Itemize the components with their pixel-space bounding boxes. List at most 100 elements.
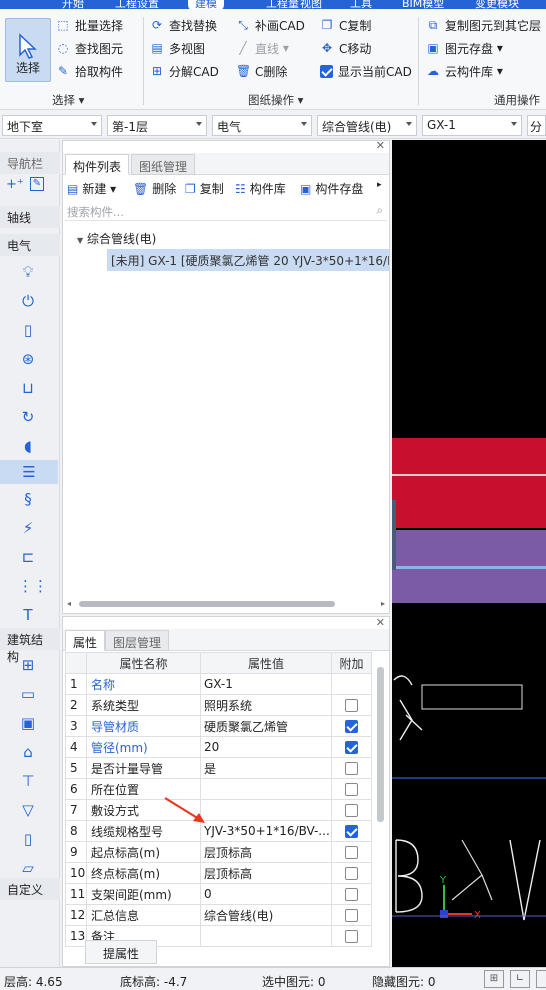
component-select[interactable]: GX-1: [422, 115, 522, 136]
add-icon[interactable]: +⁺: [6, 177, 24, 192]
extra-checkbox[interactable]: [345, 825, 358, 838]
pick-component-button[interactable]: ✎ 拾取构件: [56, 61, 123, 81]
extract-properties-button[interactable]: 提属性: [85, 940, 157, 964]
save-component-button[interactable]: ▣ 构件存盘: [300, 180, 363, 197]
more-status-icon[interactable]: [536, 970, 546, 988]
property-value[interactable]: 照明系统: [200, 694, 332, 716]
property-value[interactable]: 层顶标高: [200, 862, 332, 884]
component-search-input[interactable]: 搜索构件... ⌕: [65, 203, 387, 221]
edit-icon[interactable]: ✎: [30, 177, 44, 191]
extra-checkbox[interactable]: [345, 762, 358, 775]
property-value[interactable]: 层顶标高: [200, 841, 332, 863]
decompose-cad-button[interactable]: ⊞ 分解CAD: [150, 61, 219, 81]
property-value[interactable]: GX-1: [200, 673, 332, 695]
horizontal-scrollbar[interactable]: ◂ ▸: [67, 599, 385, 609]
extra-checkbox[interactable]: [345, 909, 358, 922]
table-row[interactable]: 12 汇总信息 综合管线(电): [65, 904, 372, 926]
distribution-box-icon[interactable]: ▯: [18, 320, 38, 340]
property-value[interactable]: YJV-3*50+1*16/BV-...: [200, 820, 332, 842]
batch-select-button[interactable]: ⬚ 批量选择: [56, 15, 123, 35]
new-button[interactable]: ▤ 新建 ▾: [67, 180, 116, 197]
extra-checkbox[interactable]: [345, 867, 358, 880]
tab-tools[interactable]: 工具: [350, 0, 372, 9]
extra-checkbox[interactable]: [345, 783, 358, 796]
door-icon[interactable]: ▯: [18, 829, 38, 849]
find-replace-button[interactable]: ⟳ 查找替换: [150, 15, 217, 35]
group-select-label[interactable]: 选择 ▾: [52, 92, 84, 108]
copy-button[interactable]: ❐ 复制: [185, 180, 224, 197]
close-icon[interactable]: ✕: [376, 139, 385, 152]
property-value[interactable]: [200, 778, 332, 800]
table-row[interactable]: 10 终点标高(m) 层顶标高: [65, 862, 372, 884]
wall-icon[interactable]: ⊞: [18, 655, 38, 675]
delete-button[interactable]: 🗑 删除: [133, 180, 176, 197]
beam-icon[interactable]: ▭: [18, 684, 38, 704]
tab-properties[interactable]: 属性: [65, 630, 106, 651]
fitting-icon[interactable]: ⊏: [18, 547, 38, 567]
extra-checkbox[interactable]: [345, 741, 358, 754]
component-type-select[interactable]: 综合管线(电): [317, 115, 417, 136]
nav-axis[interactable]: 轴线: [0, 206, 60, 228]
property-value[interactable]: 0: [200, 883, 332, 905]
show-current-cad-toggle[interactable]: 显示当前CAD: [320, 61, 412, 81]
window-icon[interactable]: ▱: [18, 858, 38, 878]
cable-tray-icon[interactable]: ⊔: [18, 378, 38, 398]
lamp-icon[interactable]: 💡︎: [18, 262, 38, 282]
tab-layer-management[interactable]: 图层管理: [105, 630, 170, 651]
extra-checkbox[interactable]: [345, 699, 358, 712]
show-current-cad-checkbox[interactable]: [320, 64, 333, 78]
tab-start[interactable]: 开始: [62, 0, 84, 9]
house-icon[interactable]: ⌂: [18, 742, 38, 762]
group-drawing-label[interactable]: 图纸操作 ▾: [248, 92, 303, 108]
scroll-left-icon[interactable]: ◂: [67, 599, 71, 608]
c-move-button[interactable]: ✥ C移动: [320, 38, 371, 58]
lightning-icon[interactable]: ⚡︎: [18, 518, 38, 538]
foundation-icon[interactable]: ▽: [18, 800, 38, 820]
splitter-handle[interactable]: [392, 500, 396, 570]
floor-select[interactable]: 第-1层: [107, 115, 207, 136]
table-row[interactable]: 2 系统类型 照明系统: [65, 694, 372, 716]
table-row[interactable]: 11 支架间距(mm) 0: [65, 883, 372, 905]
property-value[interactable]: 是: [200, 757, 332, 779]
support-icon[interactable]: T: [18, 605, 38, 625]
connector-icon[interactable]: ◖: [18, 436, 38, 456]
tab-project-settings[interactable]: 工程设置: [115, 0, 159, 9]
select-button[interactable]: 选择: [5, 18, 51, 82]
device-icon[interactable]: ↻: [18, 407, 38, 427]
grid-snap-icon[interactable]: ⊞: [484, 970, 504, 988]
close-icon[interactable]: ✕: [376, 616, 385, 629]
column-icon[interactable]: ⊤: [18, 771, 38, 791]
cable-icon[interactable]: §: [18, 489, 38, 509]
floor-group-select[interactable]: 地下室: [2, 115, 102, 136]
scroll-right-icon[interactable]: ▸: [381, 599, 385, 608]
find-element-button[interactable]: ◌ 查找图元: [56, 38, 123, 58]
cloud-lib-button[interactable]: ☁ 云构件库 ▾: [426, 61, 503, 81]
nav-building-structure[interactable]: 建筑结构: [0, 628, 60, 664]
table-row[interactable]: 9 起点标高(m) 层顶标高: [65, 841, 372, 863]
table-row[interactable]: 8 线缆规格型号 YJV-3*50+1*16/BV-...: [65, 820, 372, 842]
property-value[interactable]: 综合管线(电): [200, 904, 332, 926]
property-value[interactable]: 硬质聚氯乙烯管: [200, 715, 332, 737]
scrollbar-thumb[interactable]: [79, 601, 335, 607]
grid-icon[interactable]: ⋮⋮: [18, 576, 48, 596]
table-row[interactable]: 3 导管材质 硬质聚氯乙烯管: [65, 715, 372, 737]
vertical-scrollbar-thumb[interactable]: [377, 667, 384, 822]
tab-drawing-management[interactable]: 图纸管理: [131, 154, 196, 175]
extra-checkbox[interactable]: [345, 804, 358, 817]
tab-change-module[interactable]: 变更模块: [475, 0, 519, 9]
extra-checkbox[interactable]: [345, 846, 358, 859]
tree-root[interactable]: ▼ 综合管线(电): [77, 230, 156, 247]
tab-quantity[interactable]: 工程量: [266, 0, 299, 9]
library-button[interactable]: ☷ 构件库: [235, 180, 286, 197]
table-row[interactable]: 4 管径(mm) 20: [65, 736, 372, 758]
nav-item-conduit-selected[interactable]: ☰: [0, 460, 58, 484]
element-save-button[interactable]: ▣ 图元存盘 ▾: [426, 38, 503, 58]
table-row[interactable]: 1 名称 GX-1: [65, 673, 372, 695]
c-copy-button[interactable]: ❐ C复制: [320, 15, 372, 35]
c-delete-button[interactable]: 🗑 C删除: [236, 61, 287, 81]
socket-icon[interactable]: ⊛: [18, 349, 38, 369]
cad-canvas[interactable]: Y X: [392, 140, 546, 967]
discipline-select[interactable]: 电气: [212, 115, 312, 136]
nav-custom[interactable]: 自定义: [0, 878, 60, 900]
tab-bim-model[interactable]: BIM模型: [402, 0, 444, 9]
